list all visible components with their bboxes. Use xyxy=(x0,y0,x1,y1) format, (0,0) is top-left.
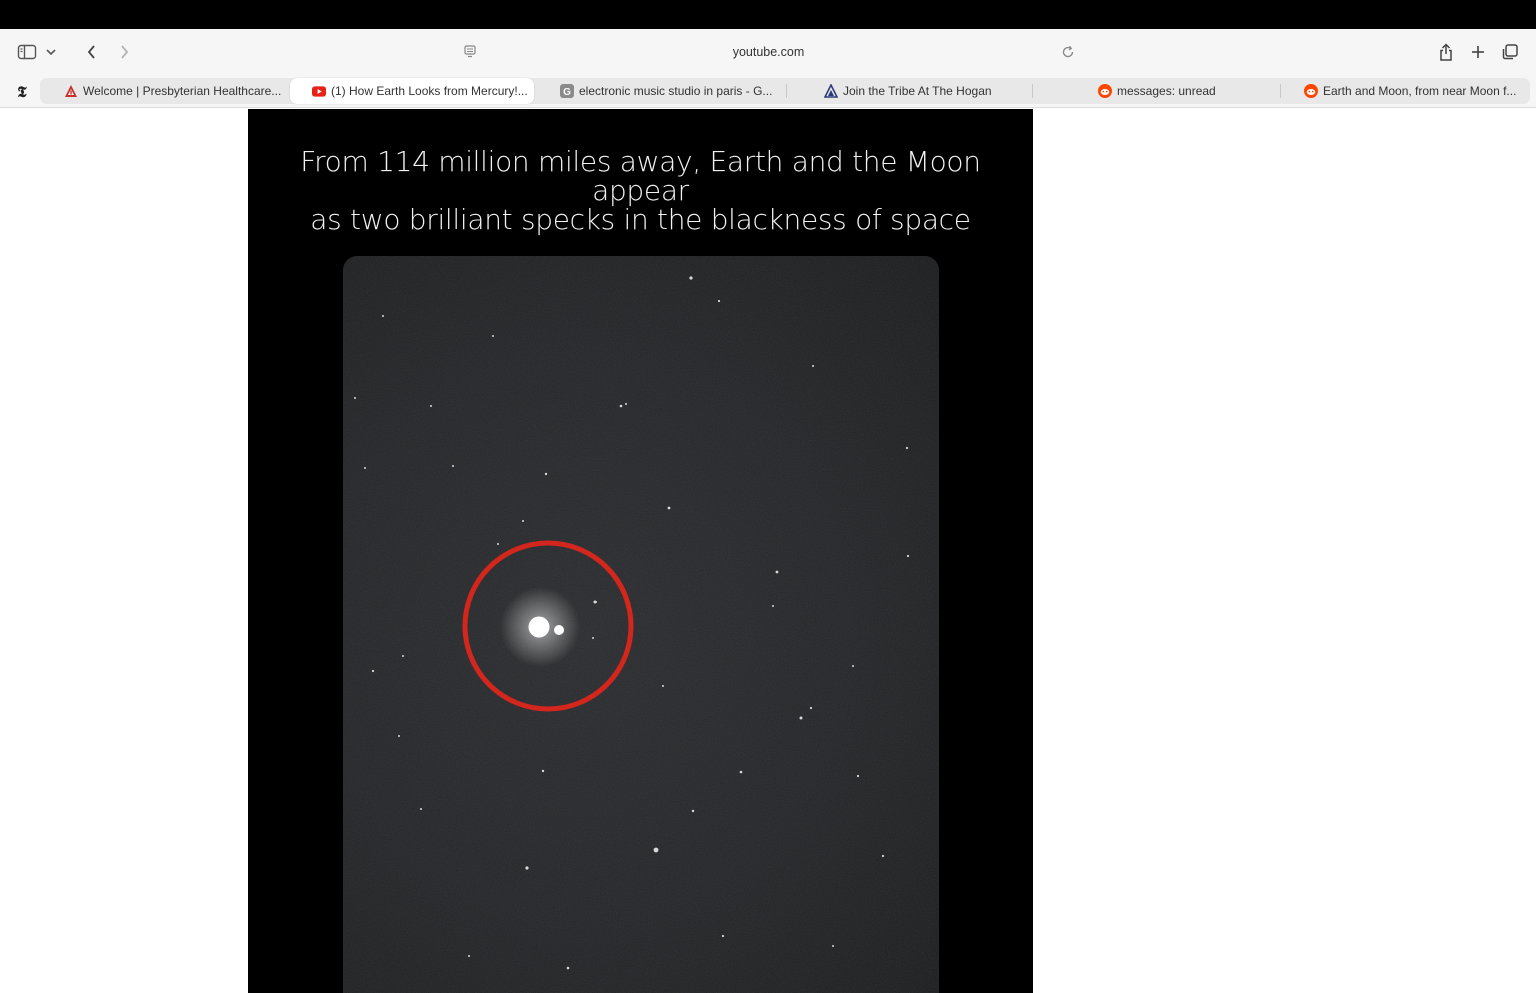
forward-button[interactable] xyxy=(112,37,136,67)
earth-dot xyxy=(528,616,550,638)
chevron-right-icon xyxy=(121,45,129,59)
tab-reddit-earth-moon[interactable]: Earth and Moon, from near Moon f... xyxy=(1304,78,1528,104)
reddit-icon xyxy=(1098,84,1112,98)
tab-overview-button[interactable] xyxy=(1498,37,1522,67)
tab-strip: Welcome | Presbyterian Healthcare... (1)… xyxy=(40,78,1530,104)
tab-separator xyxy=(1032,84,1033,98)
menu-bar-strip xyxy=(0,0,1536,29)
space-image xyxy=(343,256,939,993)
plus-icon xyxy=(1472,46,1484,58)
pinned-tab-nytimes[interactable]: 𝕿 xyxy=(9,79,35,105)
tab-title: Join the Tribe At The Hogan xyxy=(843,84,992,98)
tab-hogan[interactable]: Join the Tribe At The Hogan xyxy=(824,78,1054,104)
caption-line-1: From 114 million miles away, Earth and t… xyxy=(300,145,981,207)
tab-title: Welcome | Presbyterian Healthcare... xyxy=(83,84,282,98)
reload-icon[interactable] xyxy=(1060,44,1076,60)
tab-title: Earth and Moon, from near Moon f... xyxy=(1323,84,1517,98)
video-caption: From 114 million miles away, Earth and t… xyxy=(248,147,1033,234)
tab-group-menu-button[interactable] xyxy=(42,37,60,67)
chevron-left-icon xyxy=(87,45,95,59)
reddit-icon xyxy=(1304,84,1318,98)
tab-separator xyxy=(786,84,787,98)
share-button[interactable] xyxy=(1434,37,1458,67)
google-g-icon: G xyxy=(560,84,574,98)
tab-title: (1) How Earth Looks from Mercury!... xyxy=(331,84,528,98)
starfield-graphic xyxy=(343,256,939,993)
tab-youtube[interactable]: (1) How Earth Looks from Mercury!... xyxy=(290,78,534,104)
tab-reddit-messages[interactable]: messages: unread xyxy=(1098,78,1288,104)
sidebar-icon xyxy=(17,44,37,60)
new-tab-button[interactable] xyxy=(1466,37,1490,67)
browser-toolbar: youtube.com xyxy=(0,29,1536,76)
tab-separator xyxy=(1280,84,1281,98)
video-player[interactable]: From 114 million miles away, Earth and t… xyxy=(248,109,1033,993)
sidebar-toggle-button[interactable] xyxy=(14,37,40,67)
tabs-overview-icon xyxy=(1502,44,1518,60)
chevron-down-icon xyxy=(46,49,56,56)
tab-title: messages: unread xyxy=(1117,84,1216,98)
svg-text:G: G xyxy=(563,87,571,98)
caption-line-2: as two brilliant specks in the blackness… xyxy=(310,203,971,236)
moon-dot xyxy=(554,625,564,635)
tab-bar: 𝕿 Welcome | Presbyterian Healthcare... (… xyxy=(0,76,1536,108)
tab-google-search[interactable]: G electronic music studio in paris - G..… xyxy=(560,78,790,104)
back-button[interactable] xyxy=(80,37,104,67)
share-icon xyxy=(1440,43,1452,61)
presbyterian-icon xyxy=(64,84,78,98)
address-bar[interactable]: youtube.com xyxy=(455,37,1082,67)
tab-presbyterian[interactable]: Welcome | Presbyterian Healthcare... xyxy=(64,78,294,104)
youtube-icon xyxy=(312,84,326,98)
nytimes-icon: 𝕿 xyxy=(17,83,27,101)
tab-title: electronic music studio in paris - G... xyxy=(579,84,773,98)
url-text[interactable]: youtube.com xyxy=(455,45,1082,59)
hogan-icon xyxy=(824,84,838,98)
